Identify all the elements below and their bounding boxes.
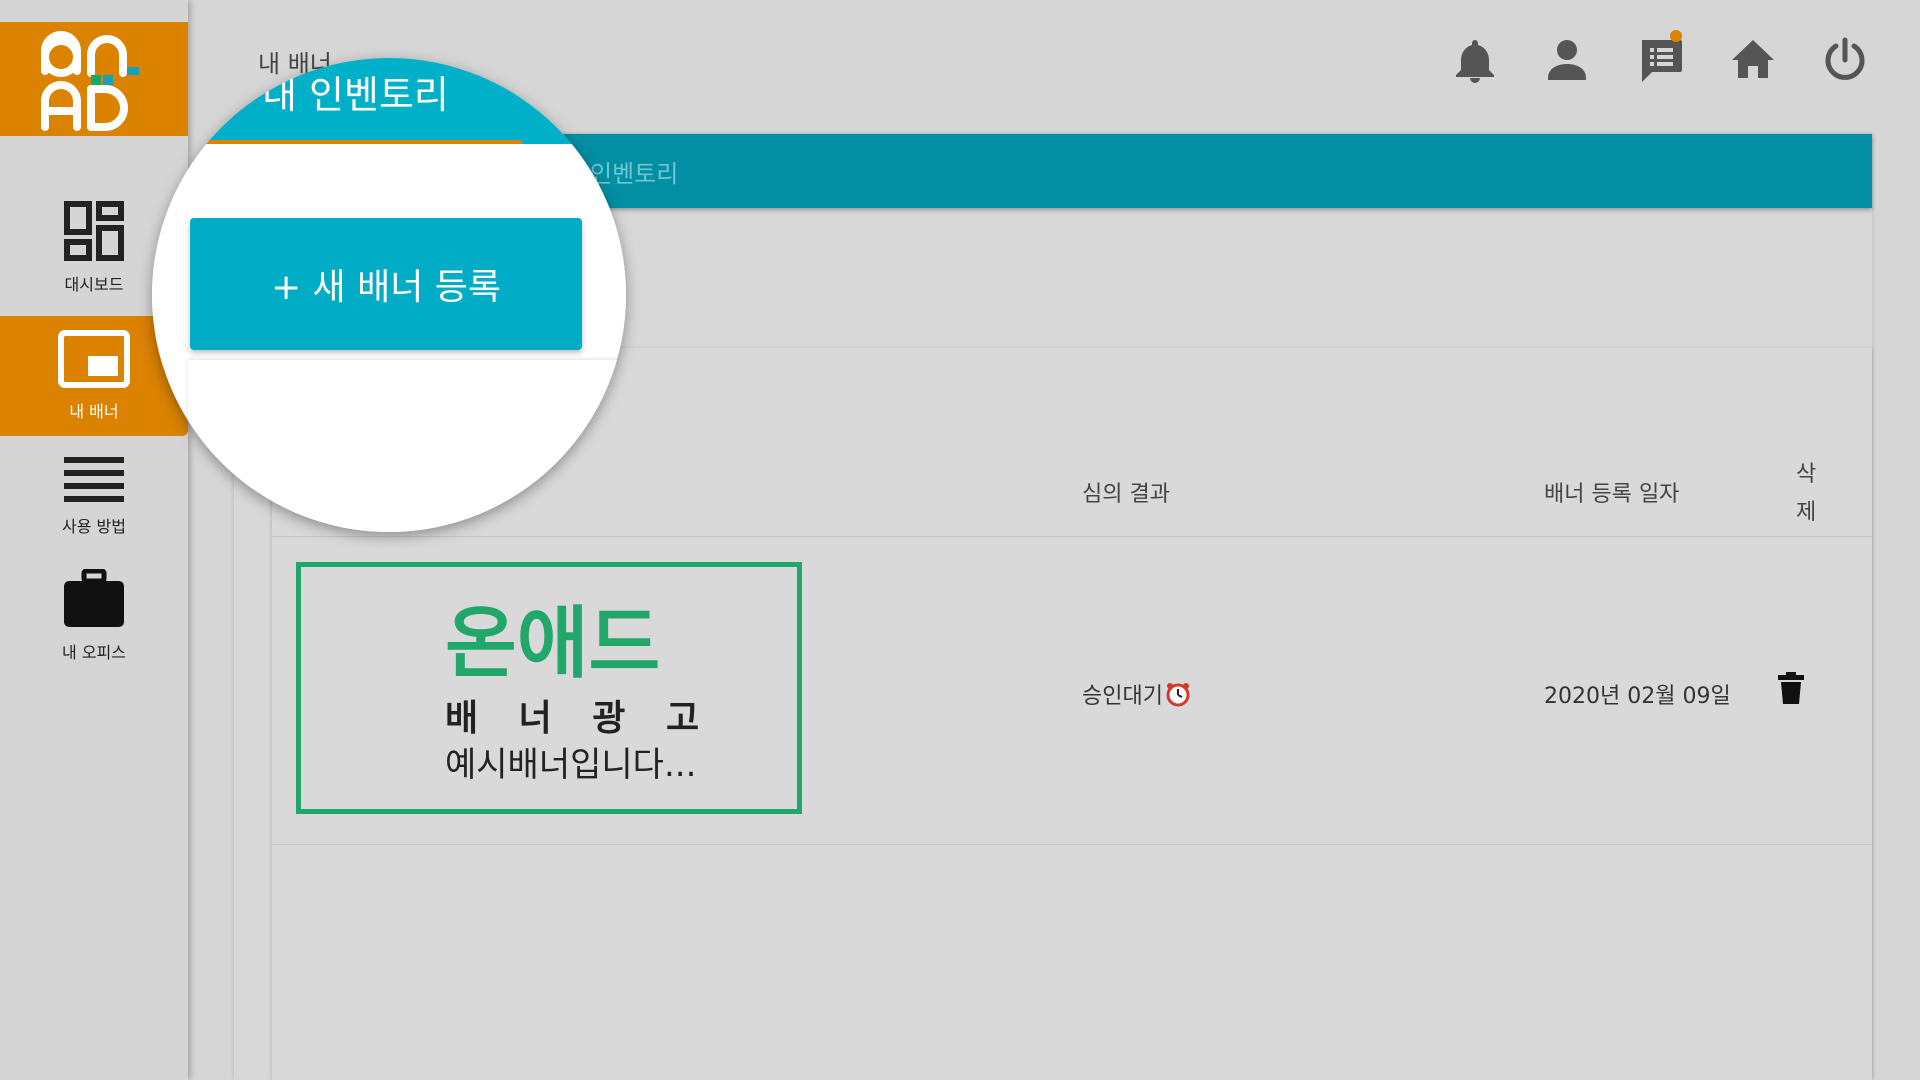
delete-banner-button[interactable]	[1778, 672, 1804, 704]
topbar-actions	[1454, 30, 1865, 84]
onad-logo-mark	[41, 31, 139, 131]
banner-subtitle: 배 너 광 고	[445, 698, 714, 739]
profile-button[interactable]	[1546, 36, 1588, 84]
bell-icon	[1456, 40, 1494, 83]
column-header-review: 심의 결과	[1082, 482, 1170, 507]
alarm-clock-icon	[1166, 683, 1190, 707]
menu-lines-icon	[64, 457, 124, 502]
trash-icon	[1778, 672, 1804, 704]
banner-icon	[58, 330, 130, 388]
row-divider	[272, 844, 1872, 845]
sidebar-item-label: 내 오피스	[62, 643, 126, 662]
header-divider	[272, 536, 1872, 537]
messages-button[interactable]	[1638, 30, 1682, 84]
sidebar-item-how-to-use[interactable]: 사용 방법	[0, 436, 188, 556]
magnified-tab-bar: 내 인벤토리	[152, 58, 626, 144]
banner-preview-image[interactable]: 온애드 배 너 광 고 예시배너입니다...	[296, 562, 802, 814]
banner-date: 2020년 02월 09일	[1544, 684, 1731, 709]
chat-list-icon	[1642, 40, 1682, 82]
magnifier-overlay: 내 인벤토리 + 새 배너 등록	[152, 58, 626, 532]
sidebar-item-label: 내 배너	[69, 402, 119, 421]
new-banner-button[interactable]: + 새 배너 등록	[190, 218, 582, 350]
sidebar-item-my-office[interactable]: 내 오피스	[0, 556, 188, 676]
user-icon	[1548, 40, 1586, 80]
review-status-text: 승인대기	[1082, 684, 1163, 709]
magnified-table-card	[188, 360, 626, 532]
home-button[interactable]	[1730, 36, 1774, 84]
notifications-button[interactable]	[1454, 36, 1496, 84]
column-header-delete: 삭제	[1796, 462, 1817, 525]
column-header-date: 배너 등록 일자	[1544, 482, 1680, 507]
dashboard-icon	[64, 201, 124, 261]
notification-dot	[1670, 30, 1682, 42]
magnified-tab-inventory[interactable]: 내 인벤토리	[262, 64, 449, 119]
briefcase-icon	[64, 569, 124, 627]
power-icon	[1825, 37, 1865, 80]
home-icon	[1732, 40, 1774, 78]
banner-description: 예시배너입니다...	[445, 745, 697, 785]
sidebar-item-label: 대시보드	[64, 275, 124, 294]
sidebar-item-label: 사용 방법	[62, 517, 126, 536]
logout-button[interactable]	[1822, 36, 1865, 84]
review-status: 승인대기	[1082, 678, 1191, 710]
banner-title: 온애드	[445, 599, 661, 689]
